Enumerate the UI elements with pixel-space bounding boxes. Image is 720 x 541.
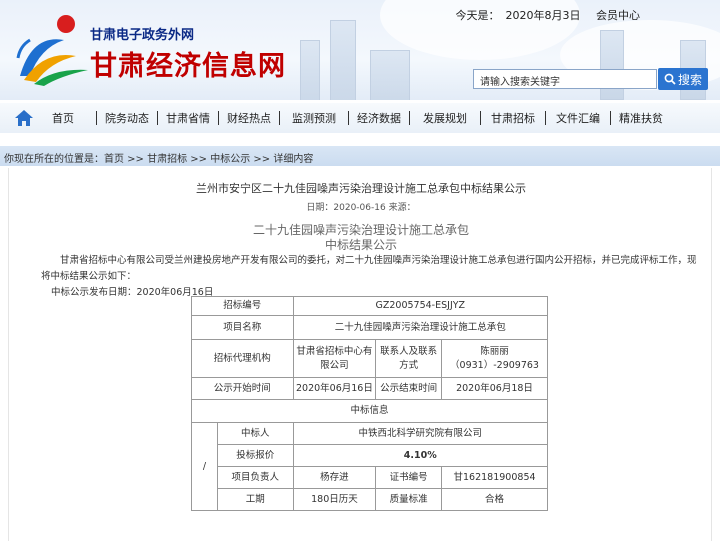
breadcrumb: 你现在所在的位置是：首页 >> 甘肃招标 >> 中标公示 >> 详细内容 <box>0 146 720 166</box>
bid-price-value: 4.10% <box>292 444 549 467</box>
member-center-link[interactable]: 会员中心 <box>596 9 640 22</box>
nav-item-province[interactable]: 甘肃省情 <box>158 110 218 126</box>
nav-item-monitoring[interactable]: 监测预测 <box>280 110 348 126</box>
article-meta: 日期：2020-06-16 来源： <box>306 203 416 213</box>
quality-label: 质量标准 <box>375 488 443 511</box>
search-button-label: 搜索 <box>677 72 702 87</box>
nav-item-finance[interactable]: 财经热点 <box>219 110 279 126</box>
winner-section-header: 中标信息 <box>191 399 548 423</box>
contact-label: 联系人及联系方式 <box>375 339 443 378</box>
manager-label: 项目负责人 <box>216 466 294 489</box>
nav-item-bidding[interactable]: 甘肃招标 <box>481 110 545 126</box>
table-row: 招标编号 GZ2005754-ESJJYZ <box>191 296 549 316</box>
project-label: 项目名称 <box>191 315 294 340</box>
quality-value: 合格 <box>441 488 548 511</box>
table-row: 投标报价 4.10% <box>192 444 549 467</box>
table-row: 项目负责人 杨存进 证书编号 甘162181900854 <box>192 466 548 489</box>
bid-no-value: GZ2005754-ESJJYZ <box>292 296 549 316</box>
background-building <box>600 30 624 100</box>
winner-value: 中铁西北科学研究院有限公司 <box>292 422 549 445</box>
table-row: 公示开始时间 2020年06月16日 公示结束时间 2020年06月18日 <box>191 377 548 400</box>
table-row: 招标代理机构 甘肃省招标中心有限公司 联系人及联系方式 陈丽丽（0931）-29… <box>191 339 548 378</box>
search-icon <box>664 73 676 85</box>
today-label: 今天是： <box>455 9 500 22</box>
background-building <box>300 40 320 100</box>
start-time-label: 公示开始时间 <box>191 377 294 400</box>
project-value: 二十九佳园噪声污染治理设计施工总承包 <box>292 315 549 340</box>
cert-value: 甘162181900854 <box>441 466 548 489</box>
bid-no-label: 招标编号 <box>191 296 294 316</box>
nav-item-documents[interactable]: 文件汇编 <box>546 110 610 126</box>
home-icon[interactable] <box>14 109 34 127</box>
nav-item-economic-data[interactable]: 经济数据 <box>349 110 409 126</box>
article-content: 兰州市安宁区二十九佳园噪声污染治理设计施工总承包中标结果公示 日期：2020-0… <box>8 168 712 541</box>
site-title: 甘肃经济信息网 <box>90 51 286 82</box>
article-title: 兰州市安宁区二十九佳园噪声污染治理设计施工总承包中标结果公示 <box>196 182 526 195</box>
background-building <box>370 50 410 100</box>
winner-label: 中标人 <box>216 422 294 445</box>
nav-item-poverty-alleviation[interactable]: 精准扶贫 <box>611 110 671 126</box>
article-subtitle-notice: 中标结果公示 <box>324 238 397 252</box>
contact-value: 陈丽丽（0931）-2909763 <box>441 339 548 378</box>
article-paragraph: 甘肃省招标中心有限公司受兰州建投房地产开发有限公司的委托，对二十九佳园噪声污染治… <box>41 255 697 282</box>
background-building <box>330 20 356 100</box>
end-time-value: 2020年06月18日 <box>441 377 548 400</box>
site-header: 甘肃电子政务外网 甘肃经济信息网 今天是： 2020年8月3日 会员中心 请输入搜… <box>0 0 720 100</box>
site-subtitle: 甘肃电子政务外网 <box>90 28 195 43</box>
search-button[interactable]: 搜索 <box>658 68 708 90</box>
start-time-value: 2020年06月16日 <box>292 377 377 400</box>
bid-price-label: 投标报价 <box>216 444 294 467</box>
search-input[interactable]: 请输入搜索关键字 <box>473 69 657 89</box>
cert-label: 证书编号 <box>375 466 443 489</box>
manager-value: 杨存进 <box>292 466 377 489</box>
table-row: 中标信息 <box>191 399 548 423</box>
agency-value: 甘肃省招标中心有限公司 <box>292 339 377 378</box>
table-row: 项目名称 二十九佳园噪声污染治理设计施工总承包 <box>191 315 549 340</box>
nav-item-planning[interactable]: 发展规划 <box>410 110 480 126</box>
nav-item-home[interactable]: 首页 <box>40 110 86 126</box>
table-row: / 中标人 中铁西北科学研究院有限公司 <box>191 422 549 511</box>
result-table: 招标编号 GZ2005754-ESJJYZ 项目名称 二十九佳园噪声污染治理设计… <box>191 296 549 511</box>
logo-icon <box>16 15 88 86</box>
end-time-label: 公示结束时间 <box>375 377 443 400</box>
top-info-bar: 今天是： 2020年8月3日 会员中心 <box>456 7 647 23</box>
table-row: 工期 180日历天 质量标准 合格 <box>192 488 548 511</box>
slash-cell: / <box>191 422 218 511</box>
main-nav: 首页 院务动态 甘肃省情 财经热点 监测预测 经济数据 发展规划 甘肃招标 文件… <box>0 103 720 133</box>
current-date: 2020年8月3日 <box>505 9 581 22</box>
period-label: 工期 <box>216 488 294 511</box>
nav-item-news[interactable]: 院务动态 <box>97 110 157 126</box>
agency-label: 招标代理机构 <box>191 339 294 378</box>
period-value: 180日历天 <box>292 488 377 511</box>
publish-date: 中标公示发布日期：2020年06月16日 <box>51 287 214 298</box>
